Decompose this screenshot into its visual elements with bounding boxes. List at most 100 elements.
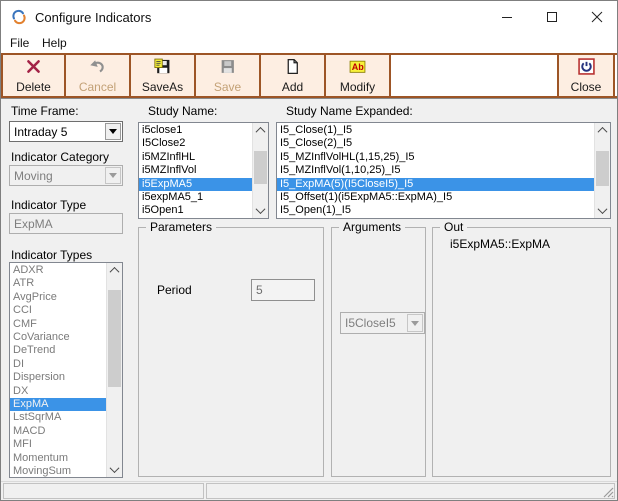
list-item[interactable]: Dispersion bbox=[10, 371, 107, 384]
save-label: Save bbox=[214, 80, 241, 94]
chevron-down-icon bbox=[110, 463, 120, 473]
list-item[interactable]: DI bbox=[10, 358, 107, 371]
scroll-down-button[interactable] bbox=[253, 203, 268, 218]
list-item[interactable]: CCI bbox=[10, 304, 107, 317]
list-item[interactable]: MovingSum bbox=[10, 465, 107, 477]
list-item[interactable]: i5expMA5_1 bbox=[139, 191, 253, 204]
list-item[interactable]: I5_Close(2)_I5 bbox=[277, 137, 595, 150]
list-item[interactable]: ADXR bbox=[10, 264, 107, 277]
close-button[interactable]: Close bbox=[557, 55, 615, 96]
status-bar bbox=[1, 481, 617, 501]
add-label: Add bbox=[282, 80, 303, 94]
period-field: 5 bbox=[251, 279, 315, 301]
resize-grip[interactable] bbox=[603, 487, 614, 498]
arguments-groupbox: Arguments I5CloseI5 bbox=[331, 227, 426, 477]
status-panel-left bbox=[3, 483, 204, 499]
chevron-up-icon bbox=[256, 127, 266, 137]
delete-label: Delete bbox=[16, 80, 51, 94]
list-item[interactable]: ATR bbox=[10, 277, 107, 290]
study-name-label: Study Name: bbox=[148, 104, 217, 118]
cancel-button: Cancel bbox=[66, 55, 131, 96]
window-close-button[interactable] bbox=[574, 1, 618, 33]
indicator-type-label: Indicator Type bbox=[11, 198, 86, 212]
list-item[interactable]: DX bbox=[10, 385, 107, 398]
indicator-types-listbox[interactable]: ADXRATRAvgPriceCCICMFCoVarianceDeTrendDI… bbox=[9, 262, 123, 478]
scroll-up-button[interactable] bbox=[595, 123, 610, 138]
parameters-title: Parameters bbox=[146, 220, 216, 234]
window-title: Configure Indicators bbox=[35, 10, 151, 25]
close-power-icon bbox=[578, 58, 595, 75]
chevron-down-icon bbox=[411, 321, 419, 326]
out-groupbox: Out i5ExpMA5::ExpMA bbox=[432, 227, 611, 477]
cancel-label: Cancel bbox=[79, 80, 116, 94]
list-item[interactable]: I5_ExpMA(5)(I5CloseI5)_I5 bbox=[277, 178, 595, 191]
study-name-scrollbar[interactable] bbox=[252, 123, 268, 218]
scrollbar-thumb[interactable] bbox=[108, 290, 121, 387]
list-item[interactable]: i5MZInflHL bbox=[139, 151, 253, 164]
time-frame-value: Intraday 5 bbox=[14, 125, 67, 139]
chevron-up-icon bbox=[598, 127, 608, 137]
study-name-expanded-listbox[interactable]: I5_Close(1)_I5I5_Close(2)_I5I5_MZInflVol… bbox=[276, 122, 611, 219]
status-panel-right bbox=[206, 483, 615, 499]
study-name-expanded-items: I5_Close(1)_I5I5_Close(2)_I5I5_MZInflVol… bbox=[277, 124, 595, 218]
delete-icon bbox=[25, 58, 42, 75]
list-item[interactable]: i5close1 bbox=[139, 124, 253, 137]
add-button[interactable]: Add bbox=[261, 55, 326, 96]
indicator-category-label: Indicator Category bbox=[11, 150, 109, 164]
list-item[interactable]: Momentum bbox=[10, 452, 107, 465]
list-item[interactable]: I5_Offset(1)(i5ExpMA5::ExpMA)_I5 bbox=[277, 191, 595, 204]
indicator-category-value: Moving bbox=[14, 169, 53, 183]
menu-file[interactable]: File bbox=[10, 36, 29, 50]
list-item[interactable]: I5_Close(1)_I5 bbox=[277, 124, 595, 137]
chevron-down-icon bbox=[109, 173, 117, 178]
scroll-up-button[interactable] bbox=[107, 263, 122, 278]
study-name-expanded-label: Study Name Expanded: bbox=[286, 104, 413, 118]
app-logo-icon bbox=[11, 9, 27, 25]
list-item[interactable]: I5_MZInflVolHL(1,15,25)_I5 bbox=[277, 151, 595, 164]
maximize-icon bbox=[546, 11, 558, 23]
title-bar: Configure Indicators bbox=[1, 1, 617, 33]
list-item[interactable]: DeTrend bbox=[10, 344, 107, 357]
arguments-dropdown-button bbox=[407, 314, 423, 332]
scroll-down-button[interactable] bbox=[107, 462, 122, 477]
list-item[interactable]: I5_Open(1)_I5 bbox=[277, 204, 595, 217]
indicator-type-field: ExpMA bbox=[9, 213, 123, 234]
list-item[interactable]: I5_MZInflVol(1,10,25)_I5 bbox=[277, 164, 595, 177]
study-name-listbox[interactable]: i5close1I5Close2i5MZInflHLi5MZInflVoli5E… bbox=[138, 122, 269, 219]
list-item[interactable]: CMF bbox=[10, 318, 107, 331]
maximize-button[interactable] bbox=[529, 1, 574, 33]
delete-button[interactable]: Delete bbox=[1, 55, 66, 96]
list-item[interactable]: ExpMA bbox=[10, 398, 107, 411]
list-item[interactable]: CoVariance bbox=[10, 331, 107, 344]
menu-help[interactable]: Help bbox=[42, 36, 67, 50]
list-item[interactable]: MFI bbox=[10, 438, 107, 451]
parameters-groupbox: Parameters Period 5 bbox=[138, 227, 324, 477]
list-item[interactable]: LstSqrMA bbox=[10, 411, 107, 424]
modify-button[interactable]: Ab Modify bbox=[326, 55, 391, 96]
time-frame-dropdown-button[interactable] bbox=[105, 123, 121, 140]
minimize-button[interactable] bbox=[484, 1, 529, 33]
time-frame-label: Time Frame: bbox=[11, 104, 79, 118]
scrollbar-thumb[interactable] bbox=[596, 151, 609, 186]
menu-bar: File Help bbox=[1, 33, 617, 53]
scroll-down-button[interactable] bbox=[595, 203, 610, 218]
indicator-types-scrollbar[interactable] bbox=[106, 263, 122, 477]
study-name-expanded-scrollbar[interactable] bbox=[594, 123, 610, 218]
list-item[interactable]: AvgPrice bbox=[10, 291, 107, 304]
list-item[interactable]: i5Open1 bbox=[139, 204, 253, 217]
chevron-down-icon bbox=[109, 129, 117, 134]
window-close-icon bbox=[591, 11, 603, 23]
out-title: Out bbox=[440, 220, 467, 234]
list-item[interactable]: MACD bbox=[10, 425, 107, 438]
scroll-up-button[interactable] bbox=[253, 123, 268, 138]
cancel-undo-icon bbox=[89, 58, 106, 75]
list-item[interactable]: i5MZInflVol bbox=[139, 164, 253, 177]
arguments-value: I5CloseI5 bbox=[345, 316, 396, 330]
list-item[interactable]: i5ExpMA5 bbox=[139, 178, 253, 191]
scrollbar-thumb[interactable] bbox=[254, 151, 267, 184]
time-frame-combobox[interactable]: Intraday 5 bbox=[9, 121, 123, 142]
modify-label: Modify bbox=[340, 80, 375, 94]
saveas-button[interactable]: SaveAs bbox=[131, 55, 196, 96]
study-name-items: i5close1I5Close2i5MZInflHLi5MZInflVoli5E… bbox=[139, 124, 253, 218]
list-item[interactable]: I5Close2 bbox=[139, 137, 253, 150]
